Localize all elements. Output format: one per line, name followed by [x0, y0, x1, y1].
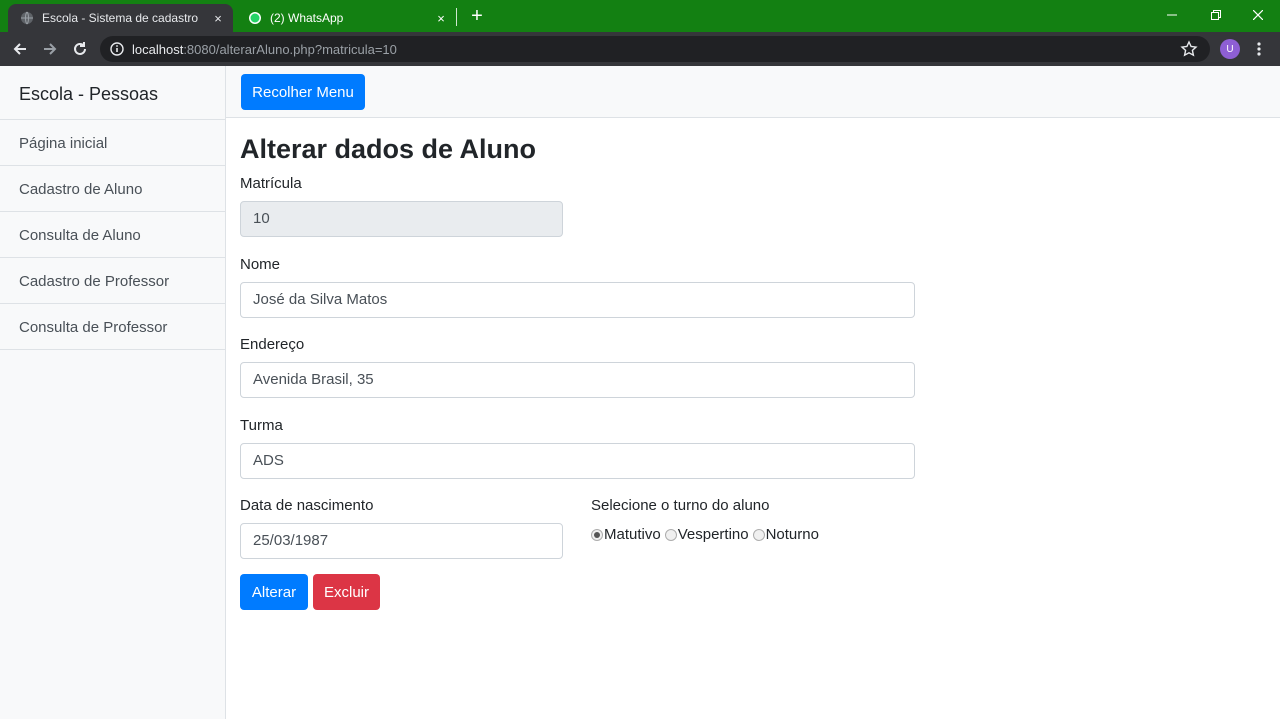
turno-option-label: Vespertino — [677, 526, 749, 543]
endereco-label: Endereço — [240, 336, 305, 353]
turno-option-label: Matutivo — [604, 526, 661, 543]
tab-title: Escola - Sistema de cadastro — [42, 11, 199, 25]
new-tab-button[interactable]: + — [466, 4, 488, 28]
turma-label: Turma — [240, 417, 283, 434]
turno-label: Selecione o turno do aluno — [591, 497, 770, 514]
sidebar-item-consulta-professor[interactable]: Consulta de Professor — [0, 304, 225, 350]
turno-radio-noturno[interactable] — [752, 528, 765, 541]
turno-radio-group: Matutivo Vespertino Noturno — [591, 526, 823, 543]
excluir-button[interactable]: Excluir — [313, 574, 380, 610]
profile-avatar[interactable]: U — [1220, 39, 1240, 59]
browser-tab-bar: Escola - Sistema de cadastro × (2) Whats… — [0, 0, 1280, 32]
sidebar-item-pagina-inicial[interactable]: Página inicial — [0, 120, 225, 166]
tab-separator — [456, 8, 457, 26]
nascimento-field[interactable]: 25/03/1987 — [240, 523, 563, 559]
close-window-icon[interactable] — [1236, 0, 1280, 30]
globe-icon — [21, 11, 33, 25]
turno-option-label: Noturno — [765, 526, 819, 543]
nome-field[interactable]: José da Silva Matos — [240, 282, 915, 318]
tab-escola[interactable]: Escola - Sistema de cadastro × — [8, 4, 233, 32]
top-navbar: Recolher Menu — [226, 66, 1280, 118]
address-bar[interactable]: localhost:8080/alterarAluno.php?matricul… — [100, 36, 1210, 62]
toggle-menu-button[interactable]: Recolher Menu — [241, 74, 365, 110]
tab-title: (2) WhatsApp — [270, 11, 344, 25]
forward-arrow-icon[interactable] — [38, 37, 62, 61]
tab-whatsapp[interactable]: (2) WhatsApp × — [236, 4, 456, 32]
sidebar-item-cadastro-professor[interactable]: Cadastro de Professor — [0, 258, 225, 304]
turma-field[interactable]: ADS — [240, 443, 915, 479]
matricula-label: Matrícula — [240, 175, 302, 192]
info-icon[interactable] — [110, 42, 124, 56]
nome-label: Nome — [240, 256, 281, 273]
bookmark-star-icon[interactable] — [1180, 40, 1198, 58]
turno-radio-vespertino[interactable] — [664, 528, 677, 541]
close-tab-icon[interactable]: × — [432, 11, 450, 26]
sidebar-item-consulta-aluno[interactable]: Consulta de Aluno — [0, 212, 225, 258]
more-menu-icon[interactable] — [1252, 41, 1266, 57]
endereco-field[interactable]: Avenida Brasil, 35 — [240, 362, 915, 398]
minimize-icon[interactable] — [1150, 0, 1194, 30]
nascimento-label: Data de nascimento — [240, 497, 374, 514]
page-title: Alterar dados de Aluno — [240, 134, 537, 164]
close-tab-icon[interactable]: × — [209, 11, 227, 26]
restore-icon[interactable] — [1194, 0, 1238, 30]
sidebar: Escola - Pessoas Página inicial Cadastro… — [0, 66, 226, 719]
reload-icon[interactable] — [68, 37, 92, 61]
whatsapp-icon — [249, 12, 261, 24]
turno-radio-matutivo[interactable] — [591, 528, 603, 541]
sidebar-item-cadastro-aluno[interactable]: Cadastro de Aluno — [0, 166, 225, 212]
browser-toolbar: localhost:8080/alterarAluno.php?matricul… — [0, 32, 1280, 66]
sidebar-heading: Escola - Pessoas — [0, 66, 225, 120]
url-path: :8080/alterarAluno.php?matricula=10 — [183, 41, 397, 57]
url-host: localhost — [132, 41, 184, 57]
matricula-field: 10 — [240, 201, 563, 237]
back-arrow-icon[interactable] — [8, 37, 32, 61]
alterar-button[interactable]: Alterar — [240, 574, 308, 610]
